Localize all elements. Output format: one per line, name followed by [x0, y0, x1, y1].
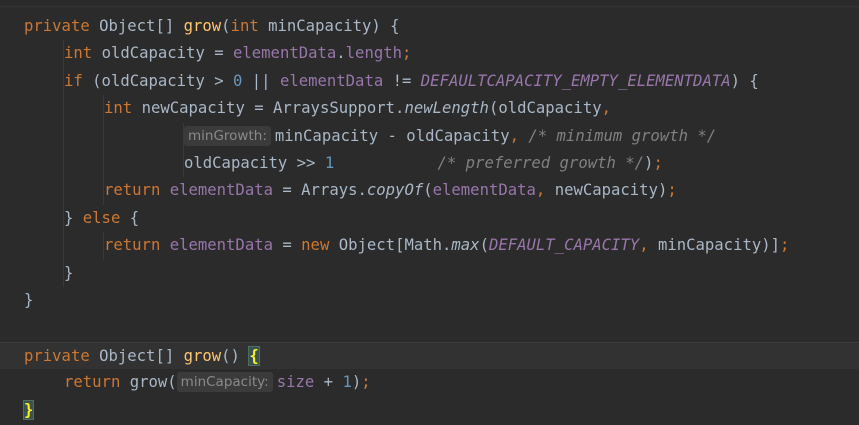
code-token: ;	[402, 44, 412, 63]
code-token: minCapacity)]	[657, 236, 781, 255]
matched-brace: {	[248, 345, 260, 366]
code-token: oldCapacity =	[101, 44, 233, 63]
code-token: size	[276, 373, 315, 392]
indent-guide	[63, 40, 64, 287]
matched-brace: }	[22, 399, 35, 420]
code-line[interactable]: if (oldCapacity > 0 || elementData != DE…	[0, 68, 859, 95]
code-line[interactable]: private Object[] grow() {	[0, 341, 859, 369]
code-token: 0	[233, 71, 243, 90]
code-token: ,	[509, 126, 529, 145]
code-token: private	[24, 17, 100, 35]
code-token: ;	[361, 373, 371, 392]
code-token: ;	[780, 236, 790, 255]
code-token: minCapacity) {	[268, 17, 400, 35]
code-token: ()	[221, 346, 250, 365]
code-token: ) {	[730, 71, 759, 90]
indent-guide	[103, 232, 104, 260]
code-line[interactable]: int oldCapacity = elementData.length;	[0, 40, 859, 67]
code-token: 1	[342, 373, 352, 392]
code-token: int	[64, 44, 102, 63]
code-token: minCapacity - oldCapacity	[274, 126, 510, 145]
code-token: }	[24, 291, 34, 309]
code-token: Object[]	[99, 17, 184, 35]
code-line[interactable]: return grow(minCapacity: size + 1);	[0, 369, 859, 396]
code-line[interactable]: minGrowth: minCapacity - oldCapacity, /* …	[0, 123, 859, 150]
code-token: elementData	[233, 44, 337, 63]
code-token: Object[Math.	[338, 236, 452, 255]
code-token: /* preferred growth */	[437, 154, 645, 172]
code-token: elementData	[432, 181, 536, 200]
code-token: max	[451, 236, 480, 255]
code-token: new	[301, 236, 339, 255]
code-token: return	[104, 181, 170, 200]
code-token: 1	[324, 154, 335, 172]
code-token: !=	[383, 71, 421, 90]
code-line[interactable]: return elementData = Arrays.copyOf(eleme…	[0, 177, 859, 204]
code-token: grow	[183, 17, 222, 35]
code-line[interactable]: private Object[] grow(int minCapacity) {	[0, 13, 859, 40]
parameter-name-hint: minCapacity:	[176, 372, 273, 393]
code-token: elementData	[169, 181, 273, 200]
code-token: ,	[601, 99, 611, 118]
code-token: /* minimum growth */	[528, 126, 717, 145]
code-token: length	[345, 44, 403, 63]
code-line[interactable]: }	[0, 397, 859, 424]
code-line[interactable]: }	[0, 260, 859, 287]
code-token: private	[24, 346, 100, 365]
code-token: }	[64, 263, 74, 282]
code-token: if	[64, 71, 93, 90]
code-token: DEFAULT_CAPACITY	[488, 236, 640, 255]
indent-guide	[183, 122, 184, 178]
code-editor[interactable]: private Object[] grow(int minCapacity) {…	[0, 0, 859, 425]
code-token: }	[64, 208, 83, 227]
code-token: newCapacity = ArraysSupport.	[141, 99, 405, 118]
code-token: = Arrays.	[273, 181, 367, 200]
previous-line-edge	[0, 0, 859, 7]
code-token: ;	[653, 154, 663, 172]
code-line[interactable]: }	[0, 287, 859, 314]
code-token: ,	[639, 236, 658, 255]
code-token: int	[104, 99, 142, 118]
code-token: oldCapacity >>	[184, 154, 325, 172]
code-line[interactable]	[0, 314, 859, 341]
code-line[interactable]: return elementData = new Object[Math.max…	[0, 232, 859, 259]
code-token: newCapacity)	[554, 181, 668, 200]
code-token: (	[221, 17, 231, 35]
code-token: .	[336, 44, 346, 63]
code-token: (	[479, 236, 489, 255]
code-token: ;	[667, 181, 677, 200]
code-line[interactable]: int newCapacity = ArraysSupport.newLengt…	[0, 95, 859, 122]
code-token: Object[]	[99, 346, 184, 365]
code-token: int	[230, 17, 269, 35]
code-token: )	[351, 373, 362, 392]
code-token: =	[273, 236, 302, 255]
code-token: (oldCapacity	[488, 99, 602, 118]
code-token: +	[314, 373, 343, 392]
code-token: (	[423, 181, 433, 200]
code-token: grow	[183, 346, 222, 365]
code-token: return	[104, 236, 170, 255]
code-token: newLength	[404, 99, 489, 118]
code-token: return	[64, 373, 130, 392]
code-token: DEFAULTCAPACITY_EMPTY_ELEMENTDATA	[420, 71, 731, 90]
code-line[interactable]: oldCapacity >> 1 /* preferred growth */)…	[0, 150, 859, 177]
code-token: copyOf	[366, 181, 424, 200]
code-token: {	[129, 208, 140, 227]
parameter-name-hint: minGrowth:	[184, 125, 271, 146]
code-token: ,	[535, 181, 555, 200]
code-token: (oldCapacity >	[92, 71, 233, 90]
code-token: else	[82, 208, 130, 227]
indent-guide	[103, 95, 104, 205]
code-token: elementData	[279, 71, 384, 90]
code-line[interactable]: } else {	[0, 205, 859, 232]
code-token: elementData	[169, 236, 273, 255]
code-token: ||	[242, 71, 280, 90]
code-token: grow(	[129, 373, 177, 392]
